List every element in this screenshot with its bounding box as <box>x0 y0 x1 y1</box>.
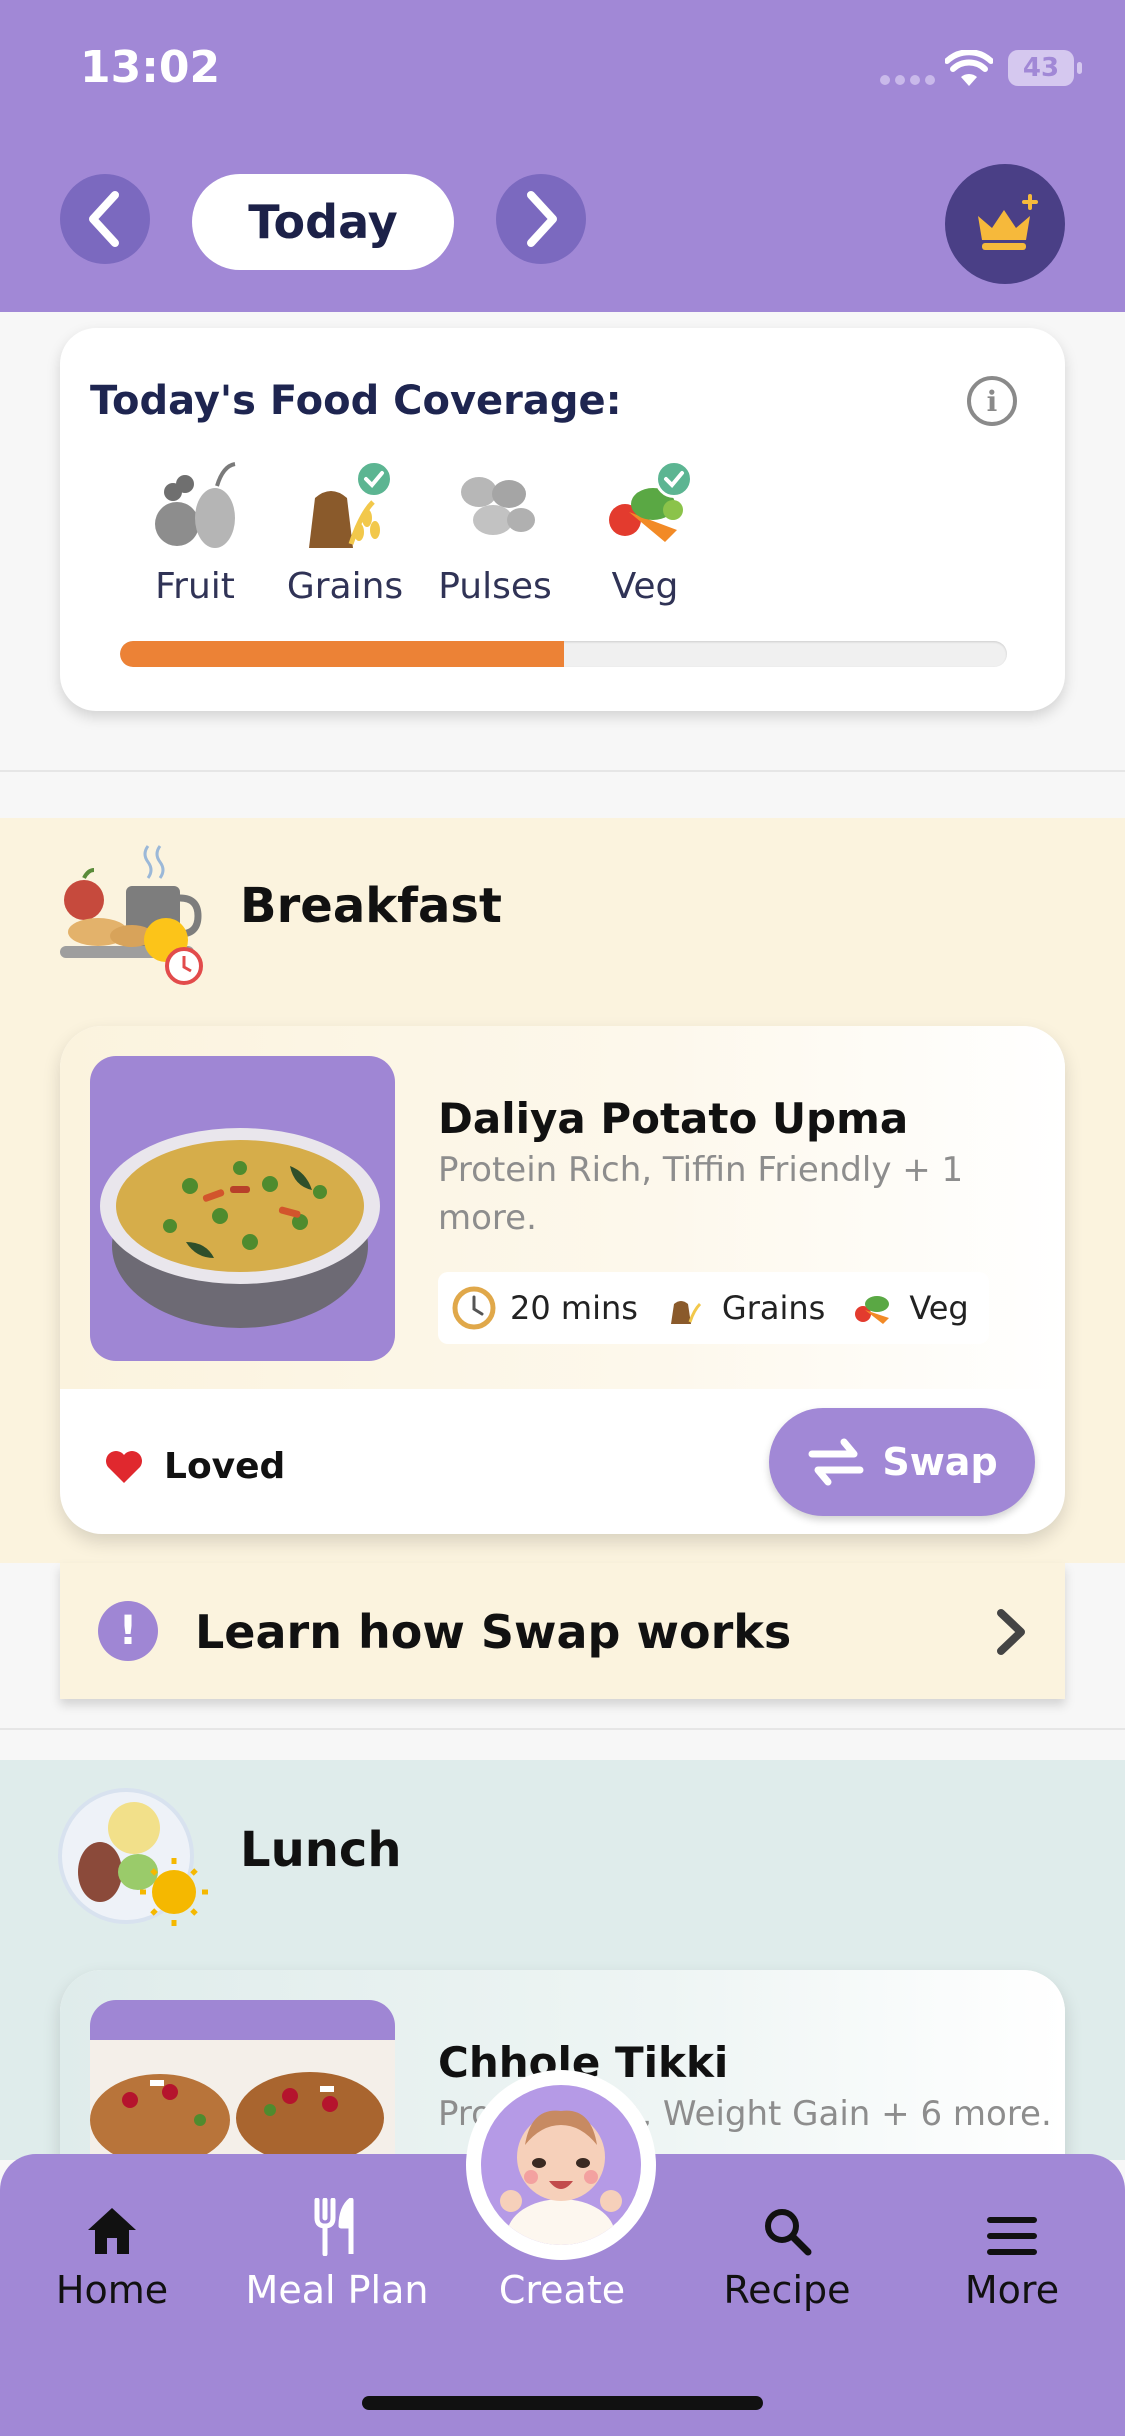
nav-recipe[interactable]: Recipe <box>687 2194 887 2312</box>
veg-icon <box>851 1286 895 1330</box>
wifi-icon <box>944 49 994 92</box>
food-group-fruit: Fruit <box>120 458 270 607</box>
nav-more-label: More <box>964 2268 1060 2312</box>
breakfast-title: Breakfast <box>240 878 502 934</box>
food-coverage-card: Today's Food Coverage: i Fruit Grains Pu… <box>60 328 1065 711</box>
learn-swap-banner[interactable]: ! Learn how Swap works <box>60 1563 1065 1699</box>
info-icon[interactable]: i <box>967 376 1017 426</box>
date-header: Today <box>0 130 1125 312</box>
coverage-progress-bar <box>120 641 1007 667</box>
next-day-button[interactable] <box>496 174 586 264</box>
swap-icon <box>808 1438 864 1486</box>
divider <box>0 770 1125 772</box>
tag-label: Veg <box>909 1289 969 1327</box>
lunch-title: Lunch <box>240 1822 402 1878</box>
search-icon <box>687 2194 887 2256</box>
chevron-right-icon <box>527 191 557 247</box>
premium-button[interactable] <box>945 164 1065 284</box>
nav-home[interactable]: Home <box>12 2194 212 2312</box>
food-group-veg: Veg <box>570 458 720 607</box>
date-selector[interactable]: Today <box>192 174 454 270</box>
food-group-label: Veg <box>611 566 679 607</box>
divider <box>0 1728 1125 1730</box>
battery-icon: 43 <box>1008 50 1082 86</box>
veg-tag: Veg <box>851 1286 969 1330</box>
prep-time-label: 20 mins <box>510 1289 638 1327</box>
nav-more[interactable]: More <box>912 2194 1112 2312</box>
covered-check-icon <box>355 460 393 498</box>
status-time: 13:02 <box>80 42 221 93</box>
tag-label: Grains <box>721 1289 826 1327</box>
exclamation-icon: ! <box>98 1601 158 1661</box>
nav-recipe-label: Recipe <box>723 2268 851 2312</box>
crown-icon <box>978 194 1038 250</box>
grains-icon <box>295 458 395 558</box>
home-icon <box>12 2194 212 2256</box>
clock-icon <box>452 1286 496 1330</box>
breakfast-meal-card[interactable]: Daliya Potato Upma Protein Rich, Tiffin … <box>60 1026 1065 1534</box>
breakfast-icon <box>56 836 216 996</box>
home-indicator <box>362 2396 763 2410</box>
chevron-right-icon <box>993 1607 1029 1661</box>
baby-avatar-icon <box>481 2085 641 2245</box>
meal-image <box>90 1056 395 1361</box>
veg-icon <box>595 458 695 558</box>
grains-tag: Grains <box>664 1286 825 1330</box>
nav-home-label: Home <box>55 2268 169 2312</box>
meal-name: Daliya Potato Upma <box>438 1094 909 1143</box>
loved-label: Loved <box>164 1446 286 1487</box>
pulses-icon <box>445 458 545 558</box>
food-group-grains: Grains <box>270 458 420 607</box>
fork-knife-icon <box>237 2194 437 2256</box>
food-group-label: Pulses <box>438 566 552 607</box>
status-bar: 13:02 43 <box>0 0 1125 130</box>
nav-meal-plan[interactable]: Meal Plan <box>237 2194 437 2312</box>
meal-tags: 20 mins Grains Veg <box>438 1272 989 1344</box>
food-group-pulses: Pulses <box>420 458 570 607</box>
previous-day-button[interactable] <box>60 174 150 264</box>
food-group-label: Grains <box>286 566 404 607</box>
cellular-signal-icon <box>880 70 940 89</box>
learn-swap-label: Learn how Swap works <box>195 1605 792 1659</box>
breakfast-section: Breakfast Daliya Potato Upma Protein Ric… <box>0 818 1125 1563</box>
swap-label: Swap <box>882 1440 998 1484</box>
heart-icon <box>106 1450 142 1483</box>
menu-icon <box>912 2194 1112 2256</box>
lunch-icon <box>56 1776 216 1936</box>
loved-badge[interactable]: Loved <box>104 1446 285 1487</box>
coverage-progress-fill <box>120 641 564 667</box>
grains-icon <box>664 1286 708 1330</box>
covered-check-icon <box>655 460 693 498</box>
swap-button[interactable]: Swap <box>769 1408 1035 1516</box>
nav-meal-plan-label: Meal Plan <box>245 2268 429 2312</box>
create-button[interactable] <box>466 2070 656 2260</box>
chevron-left-icon <box>89 191 119 247</box>
prep-time-tag: 20 mins <box>452 1286 638 1330</box>
food-group-label: Fruit <box>155 566 235 607</box>
nav-create-label: Create <box>498 2268 626 2312</box>
coverage-title: Today's Food Coverage: <box>90 378 622 424</box>
meal-description: Protein Rich, Tiffin Friendly + 1 more. <box>438 1150 964 1238</box>
fruit-icon <box>145 458 245 558</box>
